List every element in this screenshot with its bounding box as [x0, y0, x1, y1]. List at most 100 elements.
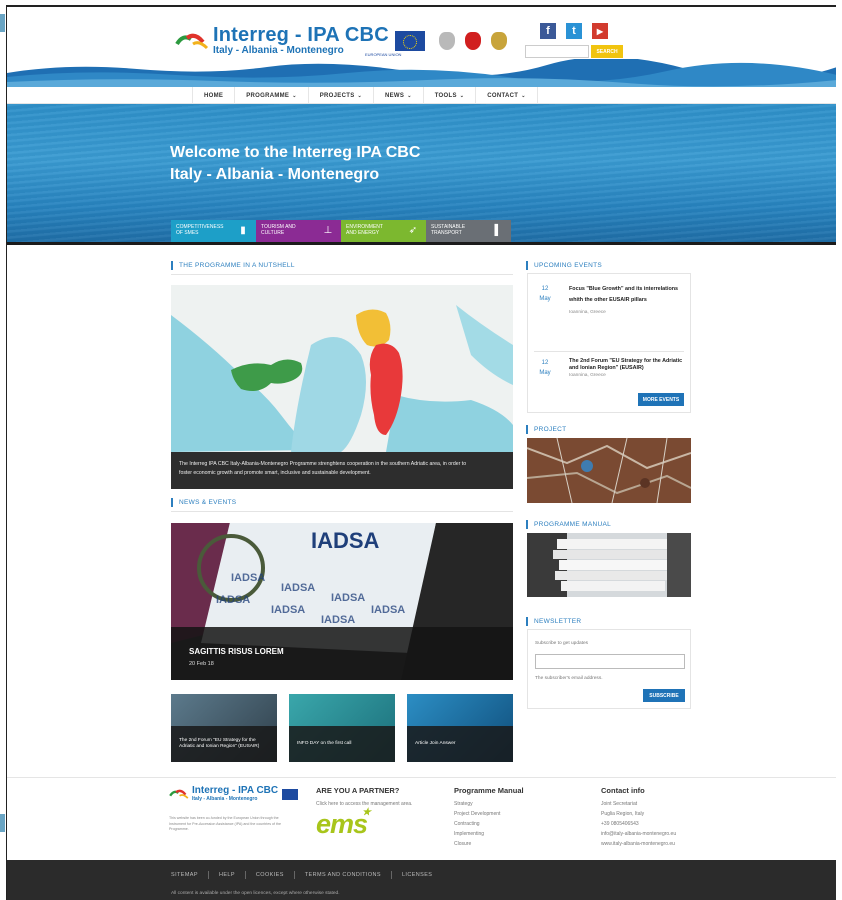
contact-website[interactable]: www.italy-albania-montenegro.eu: [601, 839, 676, 849]
footer-logo[interactable]: Interreg - IPA CBC Italy - Albania - Mon…: [169, 785, 299, 802]
manual-link-implementing[interactable]: Implementing: [454, 829, 524, 839]
events-panel: 12 May Focus "Blue Growth" and its inter…: [527, 273, 691, 413]
site-logo[interactable]: Interreg - IPA CBC Italy - Albania - Mon…: [175, 25, 507, 56]
waves-decoration: [7, 59, 836, 87]
iadsa-text: IADSA: [311, 528, 380, 553]
sitemap-link[interactable]: SITEMAP: [171, 871, 208, 879]
project-image[interactable]: [527, 438, 691, 503]
funding-text: This website has been co-funded by the E…: [169, 816, 281, 831]
search-input[interactable]: [525, 45, 589, 58]
footer-contact-col: Contact info Joint Secretariat Puglia Re…: [601, 786, 676, 849]
road-icon: ▌: [494, 225, 502, 236]
logo-subtitle: Italy - Albania - Montenegro: [213, 45, 344, 56]
axis-tourism[interactable]: TOURISM AND CULTURE ⊥: [256, 220, 341, 242]
nav-label: PROJECTS: [319, 92, 355, 99]
nav-projects[interactable]: PROJECTS ⌄: [307, 87, 373, 104]
manual-photo: [527, 533, 691, 597]
site-footer: Interreg - IPA CBC Italy - Albania - Mon…: [7, 777, 836, 860]
caption-line: foster economic growth and promote smart…: [179, 470, 371, 476]
hero-title-line: Welcome to the Interreg IPA CBC: [170, 144, 421, 161]
axis-competitiveness[interactable]: COMPETITIVENESS OF SMES ▮: [171, 220, 256, 242]
manual-link-strategy[interactable]: Strategy: [454, 799, 524, 809]
help-link[interactable]: HELP: [207, 871, 245, 879]
more-events-button[interactable]: MORE EVENTS: [638, 393, 684, 406]
event-date: 12 May: [534, 284, 556, 315]
footer-logo-col: Interreg - IPA CBC Italy - Albania - Mon…: [169, 785, 299, 833]
nav-label: HOME: [204, 92, 224, 99]
event-item[interactable]: 12 May The 2nd Forum "EU Strategy for th…: [534, 358, 684, 378]
contact-title: Contact info: [601, 786, 645, 795]
news-heading: NEWS & EVENTS: [171, 495, 236, 509]
signpost-icon: ⊥: [323, 225, 333, 236]
news-title: SAGITTIS RISUS LOREM: [189, 647, 284, 656]
manual-link-contracting[interactable]: Contracting: [454, 819, 524, 829]
ems-logo[interactable]: ems ★: [316, 807, 412, 840]
search-button[interactable]: SEARCH: [591, 45, 623, 58]
contact-line: Joint Secretariat: [601, 801, 638, 807]
licenses-link[interactable]: LICENSES: [390, 871, 442, 879]
manual-link-project-development[interactable]: Project Development: [454, 809, 524, 819]
star-icon: ★: [362, 807, 371, 818]
albania-emblem-icon: [464, 31, 481, 50]
bottom-bar: SITEMAP HELP COOKIES TERMS AND CONDITION…: [7, 860, 836, 900]
event-date: 12 May: [534, 358, 556, 378]
chevron-down-icon: ⌄: [292, 92, 297, 99]
divider: [534, 351, 684, 352]
event-day: 12: [541, 360, 549, 366]
licence-note: All content is available under the open …: [171, 891, 340, 896]
logo-swoosh-icon: [175, 30, 209, 52]
contact-email[interactable]: info@italy-albania-montenegro.eu: [601, 829, 676, 839]
event-month: May: [539, 296, 551, 302]
terms-link[interactable]: TERMS AND CONDITIONS: [293, 871, 391, 879]
logo-title: Interreg - IPA CBC: [213, 24, 389, 46]
ems-logo-text: ems: [316, 809, 368, 839]
axis-transport[interactable]: SUSTAINABLE TRANSPORT ▌: [426, 220, 511, 242]
nav-home[interactable]: HOME: [192, 87, 234, 104]
nav-news[interactable]: NEWS ⌄: [373, 87, 423, 104]
divider: [171, 274, 513, 275]
hero-title: Welcome to the Interreg IPA CBC Italy - …: [170, 142, 490, 186]
hero-divider: [7, 242, 836, 245]
nav-contact[interactable]: CONTACT ⌄: [475, 87, 538, 104]
axis-environment[interactable]: ENVIRONMENT AND ENERGY ➶: [341, 220, 426, 242]
newsletter-email-input[interactable]: [535, 654, 685, 669]
nav-tools[interactable]: TOOLS ⌄: [422, 87, 476, 104]
iadsa-text: IADSA: [231, 572, 265, 584]
manual-title: Programme Manual: [454, 786, 524, 795]
twitter-icon[interactable]: t: [566, 23, 582, 39]
subscribe-button[interactable]: SUBSCRIBE: [643, 689, 685, 702]
hero-banner: Welcome to the Interreg IPA CBC Italy - …: [7, 104, 836, 242]
news-thumb[interactable]: The 2nd Forum "EU Strategy for the Adria…: [171, 694, 277, 762]
iadsa-text: IADSA: [216, 594, 250, 606]
contact-phone[interactable]: +39 0805406543: [601, 819, 676, 829]
iadsa-text: IADSA: [331, 592, 365, 604]
eu-flag-icon: [282, 788, 299, 800]
edge-marker-top: [0, 14, 5, 32]
chevron-down-icon: ⌄: [407, 92, 412, 99]
nav-label: TOOLS: [434, 92, 457, 99]
newsletter-label: Subscribe to get updates: [535, 641, 589, 646]
nutshell-heading: THE PROGRAMME IN A NUTSHELL: [171, 258, 295, 272]
iadsa-text: IADSA: [281, 582, 315, 594]
manual-image[interactable]: [527, 533, 691, 597]
buildings-icon: ▮: [240, 225, 246, 236]
event-title: Focus "Blue Growth" and its interrelatio…: [569, 286, 679, 303]
news-thumb[interactable]: Article Join Answer: [407, 694, 513, 762]
project-heading: PROJECT: [526, 422, 566, 436]
nav-programme[interactable]: PROGRAMME ⌄: [234, 87, 308, 104]
hero-title-line: Italy - Albania - Montenegro: [170, 166, 380, 183]
iadsa-text: IADSA: [321, 614, 355, 626]
manual-link-closure[interactable]: Closure: [454, 839, 524, 849]
event-item[interactable]: 12 May Focus "Blue Growth" and its inter…: [534, 284, 684, 315]
news-thumb[interactable]: INFO DAY on the first call: [289, 694, 395, 762]
iadsa-text: IADSA: [271, 604, 305, 616]
facebook-icon[interactable]: f: [540, 23, 556, 39]
footer-manual-col: Programme Manual Strategy Project Develo…: [454, 786, 524, 849]
featured-news-card[interactable]: IADSA IADSA IADSA IADSA IADSA IADSA IADS…: [171, 523, 513, 680]
footer-logo-title: Interreg - IPA CBC: [192, 785, 279, 796]
youtube-icon[interactable]: ▶: [592, 23, 608, 39]
programme-map[interactable]: The Interreg IPA CBC Italy-Albania-Monte…: [171, 285, 513, 489]
project-photo: [527, 438, 691, 503]
cookies-link[interactable]: COOKIES: [244, 871, 294, 879]
event-month: May: [539, 370, 551, 376]
